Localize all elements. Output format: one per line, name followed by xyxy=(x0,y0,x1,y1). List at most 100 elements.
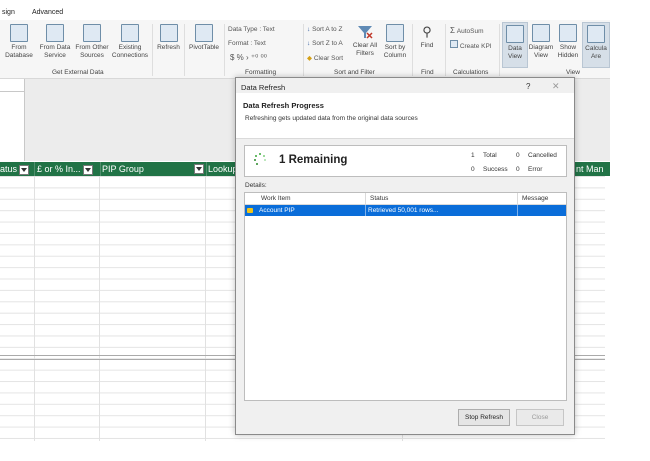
sort-az-icon: ↓ xyxy=(307,26,311,33)
cancelled-count: 0 xyxy=(516,152,520,159)
cell-separator xyxy=(365,205,366,216)
help-button[interactable]: ? xyxy=(526,82,530,91)
group-label-get-external-data: Get External Data xyxy=(52,69,104,76)
stop-refresh-button[interactable]: Stop Refresh xyxy=(458,409,510,426)
database-icon xyxy=(10,24,28,42)
ribbon-tab-bar: sign Advanced xyxy=(0,0,610,20)
success-label: Success xyxy=(483,166,508,173)
formula-divider xyxy=(0,91,24,92)
row-work-item: Account PIP xyxy=(259,207,295,214)
format-dropdown[interactable]: Format : Text xyxy=(228,40,266,47)
show-hidden-icon xyxy=(559,24,577,42)
connections-icon xyxy=(121,24,139,42)
grid-view-icon xyxy=(506,25,524,43)
other-sources-icon xyxy=(83,24,101,42)
diagram-view-button[interactable]: Diagram View xyxy=(528,24,554,60)
show-hidden-button[interactable]: Show Hidden xyxy=(556,24,580,60)
autosum-button[interactable]: Σ AutoSum xyxy=(450,26,484,35)
number-format-buttons[interactable]: $ % › ⁺⁰ ⁰⁰ xyxy=(230,53,267,62)
column-header-status[interactable]: atus xyxy=(0,162,35,176)
progress-panel: 1 Remaining 1 Total 0 Cancelled 0 Succes… xyxy=(244,145,567,177)
grid-column-line xyxy=(205,176,206,441)
column-header-lookup[interactable]: Lookup xyxy=(206,162,238,176)
tab-advanced[interactable]: Advanced xyxy=(32,9,63,16)
filter-dropdown-icon[interactable] xyxy=(194,164,204,174)
pivottable-button[interactable]: PivotTable xyxy=(186,24,222,52)
sigma-icon: Σ xyxy=(450,26,455,35)
group-label-sort-filter: Sort and Filter xyxy=(334,69,375,76)
error-label: Error xyxy=(528,166,543,173)
clear-sort-icon: ◆ xyxy=(307,55,312,62)
from-database-button[interactable]: From Database xyxy=(4,24,34,60)
binoculars-icon: ⚲ xyxy=(422,24,432,39)
create-kpi-button[interactable]: Create KPI xyxy=(450,40,492,50)
column-header-percent-increase[interactable]: £ or % In... xyxy=(35,162,101,176)
header-work-item[interactable]: Work Item xyxy=(261,195,291,202)
details-table: Work Item Status Message Account PIP Ret… xyxy=(244,192,567,401)
total-count: 1 xyxy=(471,152,475,159)
pivottable-icon xyxy=(195,24,213,42)
calculation-area-button[interactable]: Calcula Are xyxy=(582,22,610,68)
remaining-count: 1 Remaining xyxy=(279,154,348,166)
data-service-icon xyxy=(46,24,64,42)
filter-dropdown-icon[interactable] xyxy=(82,164,93,175)
sort-by-column-icon xyxy=(386,24,404,42)
sort-z-to-a-button[interactable]: ↓ Sort Z to A xyxy=(307,40,343,47)
tab-design[interactable]: sign xyxy=(2,9,15,16)
from-other-sources-button[interactable]: From Other Sources xyxy=(74,24,110,60)
column-header-account-manager[interactable]: nt Man xyxy=(574,162,612,176)
ribbon-separator xyxy=(412,24,413,76)
header-status[interactable]: Status xyxy=(370,195,388,202)
table-row-icon xyxy=(247,208,253,213)
dialog-heading: Data Refresh Progress xyxy=(243,101,324,110)
group-label-find: Find xyxy=(421,69,434,76)
ribbon-separator xyxy=(224,24,225,76)
data-view-button[interactable]: Data View xyxy=(502,22,528,68)
dialog-header: Data Refresh Progress Refreshing gets up… xyxy=(236,93,574,139)
clear-sort-button[interactable]: ◆ Clear Sort xyxy=(307,54,343,62)
from-data-service-button[interactable]: From Data Service xyxy=(38,24,72,60)
cell-separator xyxy=(517,205,518,216)
column-header-pip-group[interactable]: PIP Group xyxy=(100,162,207,176)
dialog-description: Refreshing gets updated data from the or… xyxy=(245,115,418,122)
error-count: 0 xyxy=(516,166,520,173)
existing-connections-button[interactable]: Existing Connections xyxy=(111,24,149,60)
filter-clear-icon xyxy=(357,24,373,40)
refresh-button[interactable]: Refresh xyxy=(155,24,182,52)
header-message[interactable]: Message xyxy=(522,195,548,202)
sort-by-column-button[interactable]: Sort by Column xyxy=(381,24,409,60)
group-label-view: View xyxy=(566,69,580,76)
spinner-icon xyxy=(254,153,266,165)
details-label: Details: xyxy=(245,182,267,189)
filter-dropdown-icon[interactable] xyxy=(19,164,30,175)
group-label-formatting: Formatting xyxy=(245,69,277,76)
close-button[interactable]: Close xyxy=(516,409,564,426)
refresh-icon xyxy=(159,24,178,42)
ribbon-separator xyxy=(499,24,500,76)
table-row[interactable]: Account PIP Retrieved 50,001 rows... xyxy=(245,205,566,216)
data-type-dropdown[interactable]: Data Type : Text xyxy=(228,26,275,33)
diagram-icon xyxy=(532,24,550,42)
find-button[interactable]: ⚲ Find xyxy=(416,24,438,50)
success-count: 0 xyxy=(471,166,475,173)
details-table-header: Work Item Status Message xyxy=(245,193,566,205)
clear-all-filters-button[interactable]: Clear All Filters xyxy=(350,24,380,58)
ribbon-separator xyxy=(184,24,185,76)
dialog-title: Data Refresh xyxy=(241,83,286,92)
ribbon-separator xyxy=(303,24,304,76)
sort-a-to-z-button[interactable]: ↓ Sort A to Z xyxy=(307,26,342,33)
header-separator xyxy=(365,193,366,204)
kpi-icon xyxy=(450,40,458,48)
row-status: Retrieved 50,001 rows... xyxy=(368,207,439,214)
ribbon-separator xyxy=(152,24,153,76)
calculation-area-icon xyxy=(587,25,605,43)
ribbon-separator xyxy=(445,24,446,76)
ribbon: From Database From Data Service From Oth… xyxy=(0,20,610,79)
close-icon[interactable]: ✕ xyxy=(552,81,560,92)
grid-column-line xyxy=(99,176,100,441)
sort-za-icon: ↓ xyxy=(307,40,311,47)
grid-column-line xyxy=(34,176,35,441)
header-separator xyxy=(517,193,518,204)
group-label-calculations: Calculations xyxy=(453,69,489,76)
total-label: Total xyxy=(483,152,497,159)
